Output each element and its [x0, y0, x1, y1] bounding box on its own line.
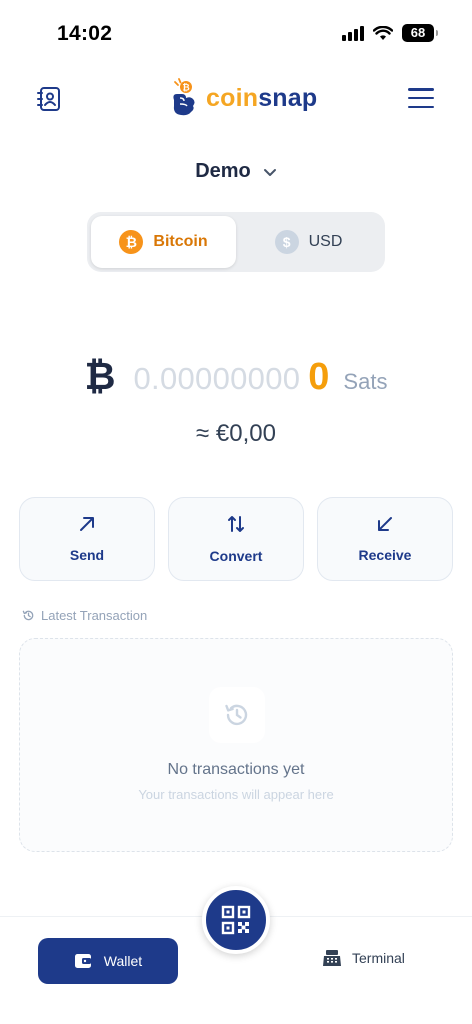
currency-toggle: ₿ Bitcoin $ USD	[87, 212, 385, 272]
menu-line-icon	[408, 96, 434, 100]
qr-code-icon	[221, 905, 251, 935]
status-time: 14:02	[57, 22, 113, 45]
convert-button[interactable]: Convert	[168, 497, 304, 581]
convert-label: Convert	[209, 548, 263, 564]
toggle-usd[interactable]: $ USD	[236, 216, 381, 268]
history-icon	[225, 704, 248, 726]
menu-line-icon	[408, 105, 434, 108]
toggle-bitcoin[interactable]: ₿ Bitcoin	[91, 216, 236, 268]
wallet-name: Demo	[195, 160, 251, 182]
coinsnap-logo-icon: ₿	[173, 78, 195, 116]
contacts-button[interactable]	[36, 86, 62, 112]
logo-text-coin: coin	[206, 83, 259, 112]
send-label: Send	[69, 547, 105, 563]
balance-value: 0	[308, 356, 330, 398]
contacts-book-icon	[37, 87, 60, 111]
latest-transaction-heading: Latest Transaction	[22, 608, 147, 623]
receive-label: Receive	[358, 547, 412, 563]
cash-register-icon	[323, 950, 341, 966]
status-bar: 14:02 68	[0, 0, 472, 70]
wallet-selector[interactable]: Demo	[0, 160, 472, 183]
wifi-icon	[373, 25, 393, 40]
nav-terminal-label: Terminal	[352, 950, 405, 966]
cellular-signal-icon	[342, 25, 364, 41]
send-button[interactable]: Send	[19, 497, 155, 581]
menu-line-icon	[408, 88, 434, 91]
balance-leading-zeros: 0.00000000	[133, 361, 301, 396]
receive-button[interactable]: Receive	[317, 497, 453, 581]
chevron-down-icon	[263, 168, 276, 176]
coinsnap-wordmark: coinsnap	[206, 84, 317, 113]
balance-unit: Sats	[343, 369, 388, 394]
arrow-up-right-icon	[80, 517, 94, 531]
arrow-down-left-icon	[378, 517, 392, 531]
dollar-coin-icon: $	[274, 230, 299, 254]
empty-history-icon-box	[209, 687, 265, 743]
bitcoin-coin-icon: ₿	[119, 230, 144, 254]
toggle-bitcoin-label: Bitcoin	[153, 233, 208, 250]
fiat-equivalent: ≈ €0,00	[196, 420, 276, 447]
bitcoin-symbol-icon: ₿	[84, 356, 116, 398]
app-header: ₿ coinsnap	[0, 76, 472, 126]
status-icons: 68	[342, 24, 438, 42]
logo-text-snap: snap	[258, 83, 318, 112]
no-transactions-title: No transactions yet	[167, 761, 305, 778]
svg-text:₿: ₿	[182, 83, 189, 93]
nav-wallet-label: Wallet	[103, 953, 143, 969]
battery-indicator: 68	[402, 24, 438, 42]
nav-wallet-button[interactable]: Wallet	[38, 938, 178, 984]
qr-scan-button[interactable]	[202, 886, 270, 954]
action-buttons: Send Convert Receive	[19, 497, 453, 581]
hamburger-menu-button[interactable]	[408, 88, 434, 108]
latest-transaction-title: Latest Transaction	[41, 608, 148, 623]
nav-terminal-button[interactable]: Terminal	[322, 949, 405, 967]
balance-display: ₿ 0.00000000 0 Sats	[0, 356, 472, 399]
coinsnap-logo: ₿ coinsnap	[168, 78, 317, 118]
no-transactions-subtitle: Your transactions will appear here	[138, 787, 334, 802]
swap-arrows-icon	[228, 516, 244, 532]
history-icon	[22, 610, 34, 621]
wallet-icon	[74, 954, 91, 968]
toggle-usd-label: USD	[308, 233, 343, 250]
transactions-empty-state: No transactions yet Your transactions wi…	[19, 638, 453, 852]
